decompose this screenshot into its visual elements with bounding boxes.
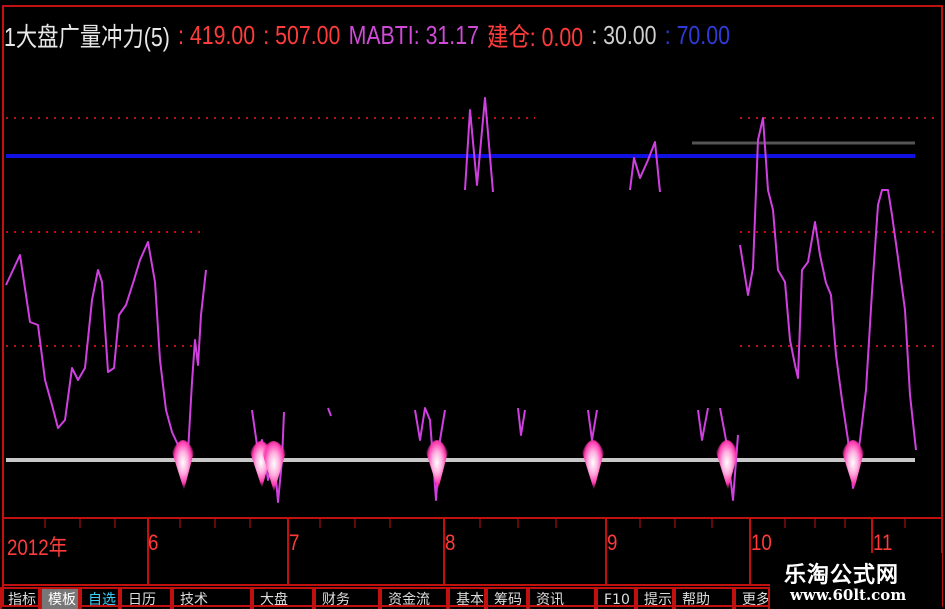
tab-11[interactable]: F10 bbox=[596, 587, 636, 609]
x-axis-minor-ticks bbox=[44, 518, 906, 528]
signal-marker bbox=[842, 440, 864, 490]
tab-3[interactable]: 日历 bbox=[120, 587, 172, 609]
tab-2[interactable]: 自选 bbox=[80, 587, 120, 609]
tab-7[interactable]: 资金流 bbox=[380, 587, 448, 609]
signal-markers bbox=[172, 440, 864, 492]
indicator-segment bbox=[587, 409, 598, 441]
x-label-8: 8 bbox=[445, 530, 456, 555]
value-2: : 507.00 bbox=[263, 19, 341, 50]
signal-marker bbox=[172, 440, 194, 490]
value-1: : 419.00 bbox=[178, 19, 256, 50]
watermark-url: www.60lt.com bbox=[790, 586, 907, 604]
tab-14[interactable]: 更多 bbox=[734, 587, 770, 609]
tab-6[interactable]: 财务 bbox=[314, 587, 380, 609]
tab-8[interactable]: 基本面 bbox=[448, 587, 486, 609]
tab-9[interactable]: 筹码 bbox=[486, 587, 528, 609]
signal-marker bbox=[582, 440, 604, 490]
x-label-6: 6 bbox=[148, 530, 159, 555]
indicator-header: 1大盘广量冲力(5) : 419.00 : 507.00 MABTI: 31.1… bbox=[4, 18, 738, 52]
indicator-segment bbox=[629, 141, 661, 193]
level-30-value: : 30.00 bbox=[591, 19, 657, 50]
indicator-title[interactable]: 1大盘广量冲力(5) bbox=[4, 17, 170, 54]
indicator-segment bbox=[739, 117, 917, 489]
tab-5[interactable]: 大盘 bbox=[252, 587, 314, 609]
x-label-7: 7 bbox=[289, 530, 300, 555]
indicator-segment bbox=[5, 241, 207, 471]
x-label-10: 10 bbox=[751, 530, 772, 555]
tab-4[interactable]: 技术 bbox=[172, 587, 252, 609]
x-label-2012: 2012年 bbox=[7, 535, 68, 560]
tab-1[interactable]: 模板 bbox=[40, 587, 80, 609]
watermark: 乐淘公式网 www.60lt.com bbox=[770, 553, 942, 607]
indicator-segment bbox=[464, 97, 494, 193]
indicator-segment bbox=[697, 407, 709, 441]
tab-0[interactable]: 指标 bbox=[0, 587, 40, 609]
tab-10[interactable]: 资讯 bbox=[528, 587, 596, 609]
tab-13[interactable]: 帮助 bbox=[674, 587, 734, 609]
level-70-value: : 70.00 bbox=[664, 19, 730, 50]
tab-12[interactable]: 提示 bbox=[636, 587, 674, 609]
jiancang-value: 建仓: 0.00 bbox=[487, 21, 584, 52]
indicator-segment bbox=[517, 407, 526, 436]
indicator-segment bbox=[327, 407, 332, 417]
mabti-value: MABTI: 31.17 bbox=[348, 19, 479, 50]
indicator-chart[interactable] bbox=[0, 0, 945, 609]
bottom-tab-bar: 指标 模板 自选 日历 技术 大盘 财务 资金流 基本面 筹码 资讯 F10 提… bbox=[0, 587, 770, 609]
signal-marker bbox=[426, 440, 448, 490]
indicator-line bbox=[5, 97, 917, 503]
x-label-9: 9 bbox=[607, 530, 618, 555]
watermark-name: 乐淘公式网 bbox=[784, 563, 900, 588]
